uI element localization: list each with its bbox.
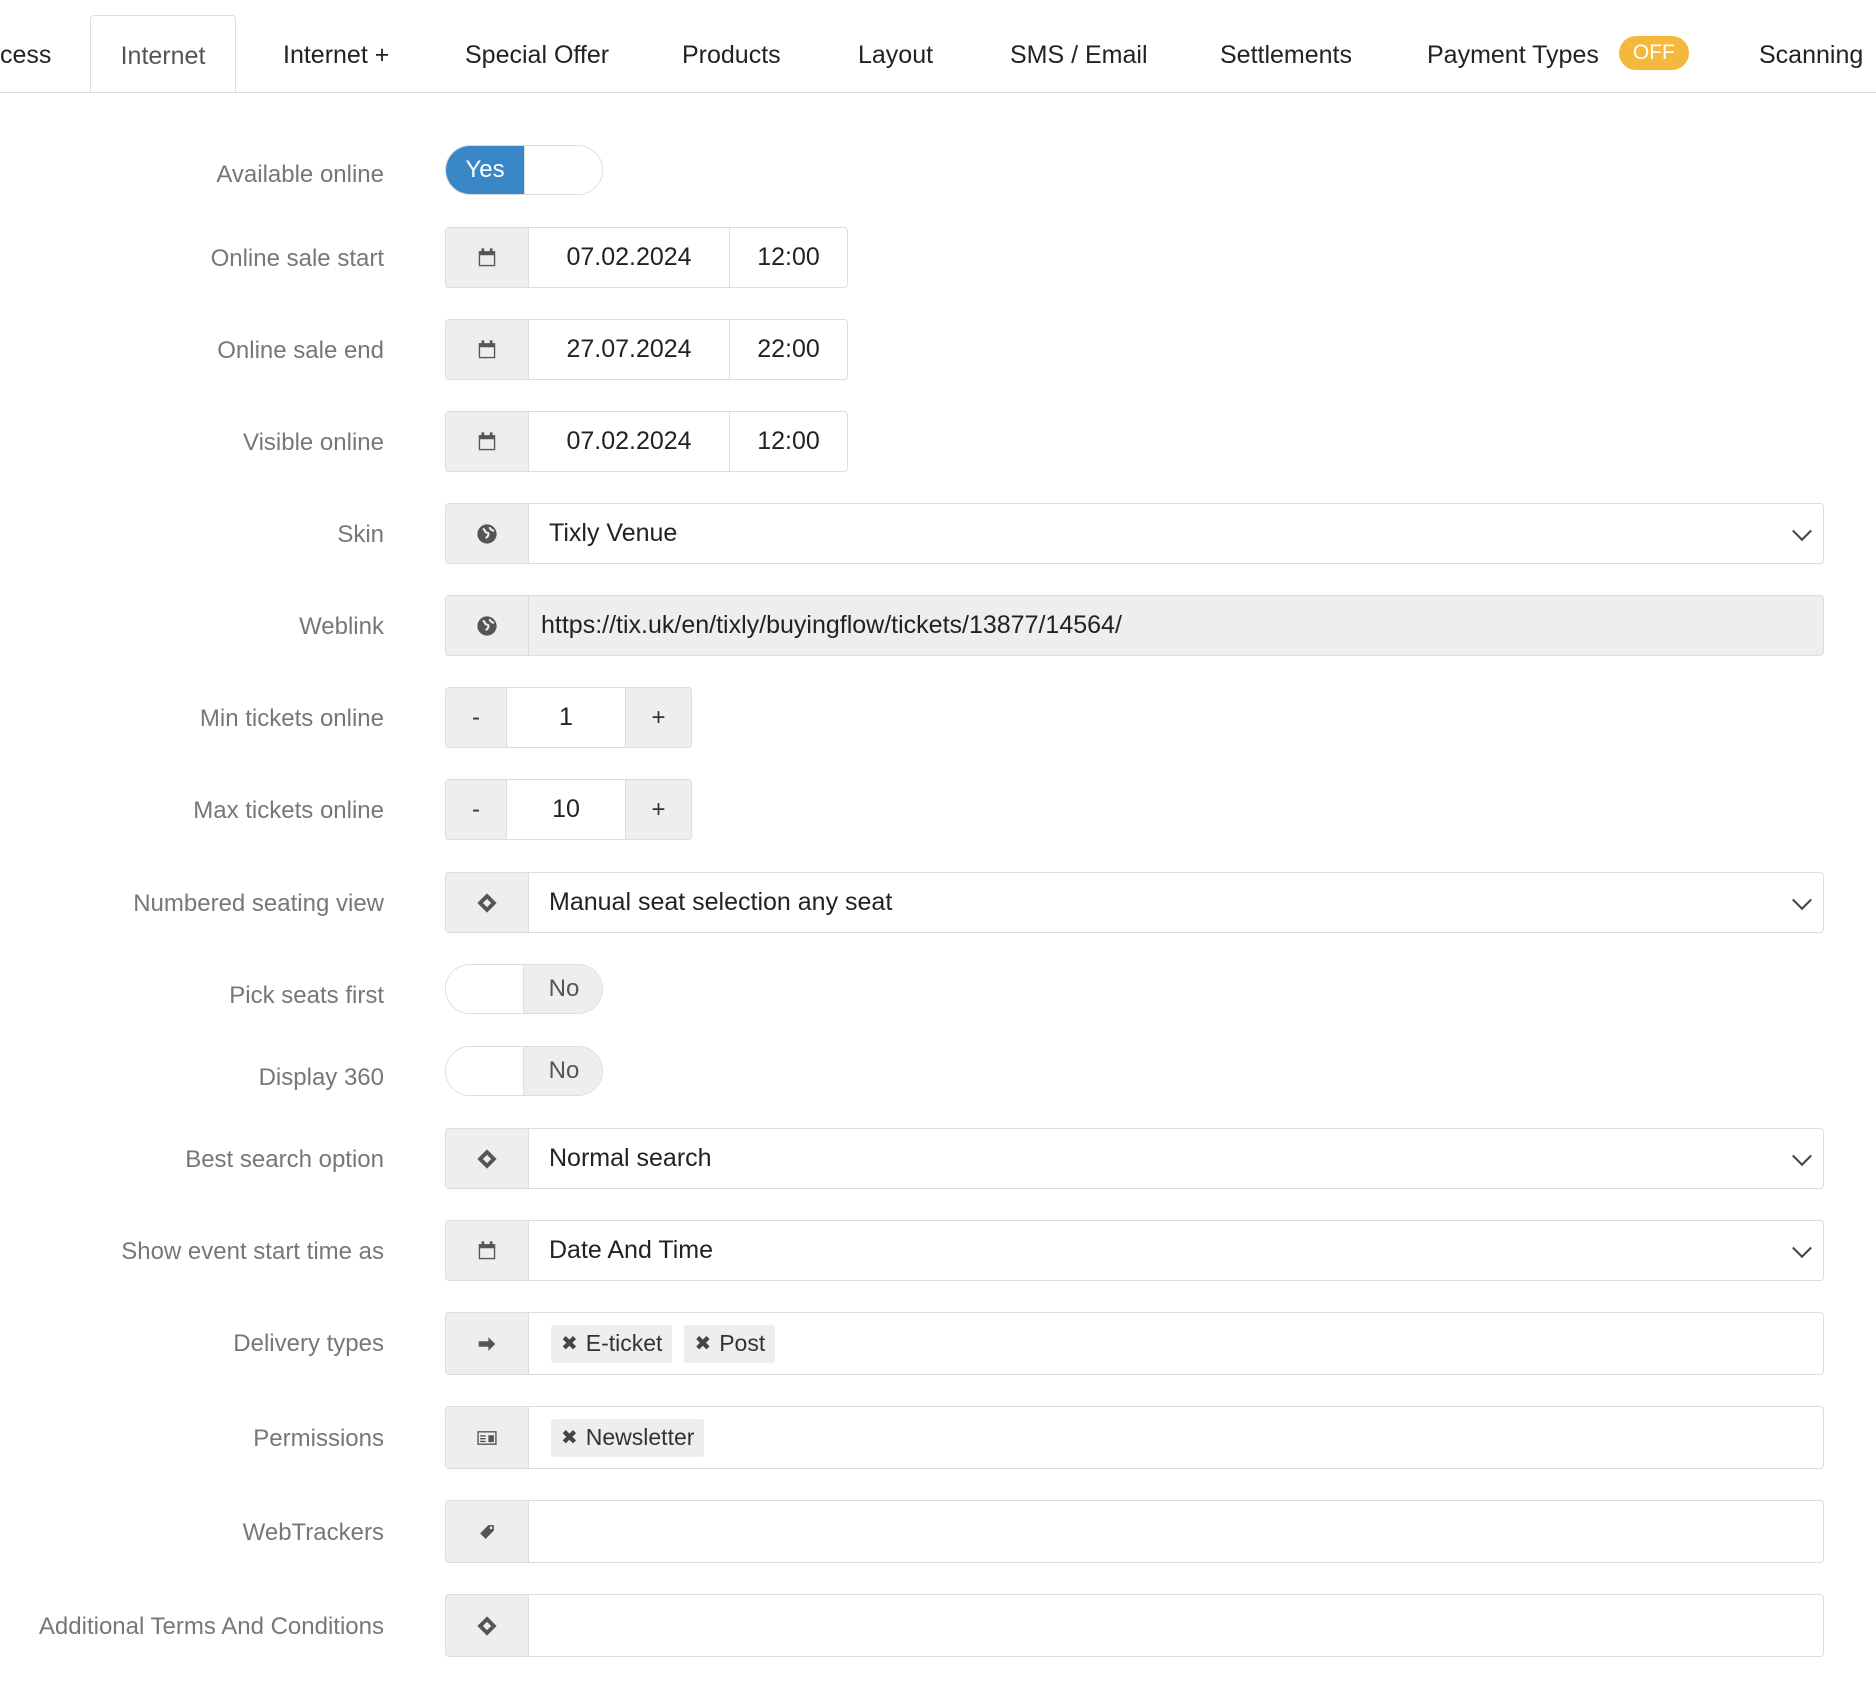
- ticket-icon: [445, 1594, 529, 1657]
- arrow-right-icon: [445, 1312, 529, 1375]
- skin-label: Skin: [337, 521, 384, 548]
- tab-internet-plus[interactable]: Internet +: [283, 15, 389, 92]
- tag-post: ✖ Post: [684, 1324, 776, 1363]
- visible-online-date[interactable]: 07.02.2024: [528, 411, 730, 472]
- min-tickets-increment-button[interactable]: +: [625, 687, 692, 748]
- toggle-handle: [524, 146, 602, 194]
- available-online-label: Available online: [216, 161, 384, 188]
- webtrackers-label: WebTrackers: [242, 1519, 384, 1546]
- max-tickets-label: Max tickets online: [193, 797, 384, 824]
- tag-icon: [445, 1500, 529, 1563]
- online-sale-end-date[interactable]: 27.07.2024: [528, 319, 730, 380]
- available-online-toggle[interactable]: Yes: [445, 145, 603, 195]
- weblink-label: Weblink: [299, 613, 384, 640]
- tab-scanning[interactable]: Scanning: [1759, 15, 1863, 92]
- min-tickets-decrement-button[interactable]: -: [445, 687, 507, 748]
- weblink-value: https://tix.uk/en/tixly/buyingflow/ticke…: [541, 611, 1122, 639]
- chevron-down-icon: [1792, 1237, 1812, 1258]
- max-tickets-input[interactable]: 10: [506, 779, 626, 840]
- best-search-value: Normal search: [549, 1144, 712, 1172]
- pick-seats-first-toggle[interactable]: No: [445, 964, 603, 1014]
- best-search-label: Best search option: [185, 1146, 384, 1173]
- toggle-handle: [446, 965, 524, 1013]
- skin-value: Tixly Venue: [549, 519, 678, 547]
- tab-sms-email[interactable]: SMS / Email: [1010, 15, 1148, 92]
- tab-bar: cess Internet Internet + Special Offer P…: [0, 0, 1876, 93]
- weblink-field[interactable]: https://tix.uk/en/tixly/buyingflow/ticke…: [528, 595, 1824, 656]
- online-sale-end-label: Online sale end: [217, 337, 384, 364]
- online-sale-end-time[interactable]: 22:00: [729, 319, 848, 380]
- tag-newsletter: ✖ Newsletter: [551, 1418, 705, 1457]
- tag-label: Post: [719, 1330, 766, 1356]
- calendar-icon: [445, 1220, 529, 1281]
- pick-seats-first-label: Pick seats first: [229, 982, 384, 1009]
- tab-internet[interactable]: Internet: [90, 15, 236, 92]
- tab-products[interactable]: Products: [682, 15, 781, 92]
- ticket-icon: [445, 1128, 529, 1189]
- tab-special-offer[interactable]: Special Offer: [465, 15, 609, 92]
- visible-online-label: Visible online: [243, 429, 384, 456]
- online-sale-start-time[interactable]: 12:00: [729, 227, 848, 288]
- remove-icon[interactable]: ✖: [694, 1331, 711, 1356]
- delivery-types-select[interactable]: ✖ E-ticket ✖ Post: [528, 1312, 1824, 1375]
- tab-payment-types-label: Payment Types: [1427, 41, 1599, 69]
- toggle-handle: [446, 1047, 524, 1095]
- calendar-icon[interactable]: [445, 227, 529, 288]
- min-tickets-label: Min tickets online: [199, 705, 384, 732]
- id-card-icon: [445, 1406, 529, 1469]
- tab-payment-types[interactable]: Payment Types OFF: [1427, 15, 1689, 92]
- tab-layout[interactable]: Layout: [858, 15, 933, 92]
- skin-select[interactable]: Tixly Venue: [528, 503, 1824, 564]
- show-event-start-value: Date And Time: [549, 1236, 713, 1264]
- numbered-seating-select[interactable]: Manual seat selection any seat: [528, 872, 1824, 933]
- online-sale-start-date[interactable]: 07.02.2024: [528, 227, 730, 288]
- calendar-icon[interactable]: [445, 319, 529, 380]
- best-search-select[interactable]: Normal search: [528, 1128, 1824, 1189]
- min-tickets-input[interactable]: 1: [506, 687, 626, 748]
- show-event-start-label: Show event start time as: [121, 1238, 384, 1265]
- tag-e-ticket: ✖ E-ticket: [551, 1324, 673, 1363]
- remove-icon[interactable]: ✖: [561, 1331, 578, 1356]
- remove-icon[interactable]: ✖: [561, 1425, 578, 1450]
- calendar-icon[interactable]: [445, 411, 529, 472]
- globe-icon: [445, 595, 529, 656]
- chevron-down-icon: [1792, 1145, 1812, 1166]
- webtrackers-select[interactable]: [528, 1500, 1824, 1563]
- toggle-yes: Yes: [446, 146, 524, 194]
- delivery-types-label: Delivery types: [233, 1330, 384, 1357]
- toggle-no: No: [524, 1047, 602, 1095]
- tag-label: E-ticket: [585, 1330, 663, 1356]
- globe-icon: [445, 503, 529, 564]
- additional-terms-label: Additional Terms And Conditions: [38, 1613, 384, 1640]
- max-tickets-increment-button[interactable]: +: [625, 779, 692, 840]
- online-sale-start-label: Online sale start: [210, 245, 384, 272]
- numbered-seating-label: Numbered seating view: [133, 890, 384, 917]
- tab-settlements[interactable]: Settlements: [1220, 15, 1352, 92]
- chevron-down-icon: [1792, 520, 1812, 541]
- tag-label: Newsletter: [585, 1424, 695, 1450]
- display-360-label: Display 360: [258, 1064, 384, 1091]
- ticket-icon: [445, 872, 529, 933]
- display-360-toggle[interactable]: No: [445, 1046, 603, 1096]
- numbered-seating-value: Manual seat selection any seat: [549, 888, 893, 916]
- additional-terms-select[interactable]: [528, 1594, 1824, 1657]
- status-badge: OFF: [1618, 36, 1689, 71]
- visible-online-time[interactable]: 12:00: [729, 411, 848, 472]
- toggle-no: No: [524, 965, 602, 1013]
- max-tickets-decrement-button[interactable]: -: [445, 779, 507, 840]
- chevron-down-icon: [1792, 889, 1812, 910]
- show-event-start-select[interactable]: Date And Time: [528, 1220, 1824, 1281]
- tab-access[interactable]: cess: [0, 15, 51, 92]
- permissions-select[interactable]: ✖ Newsletter: [528, 1406, 1824, 1469]
- permissions-label: Permissions: [253, 1425, 384, 1452]
